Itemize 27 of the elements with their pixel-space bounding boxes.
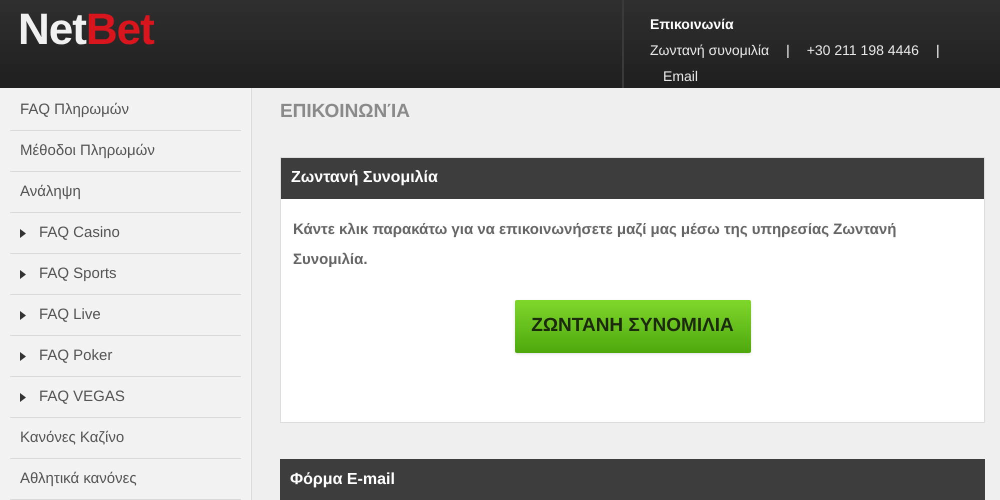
contact-link[interactable]: +30 211 198 4446 — [806, 40, 919, 61]
caret-icon — [20, 228, 26, 238]
sidebar-item[interactable]: Ανάληψη — [10, 172, 241, 213]
caret-icon — [20, 352, 26, 360]
sidebar-item[interactable]: Μέθοδοι Πληρωμών — [10, 131, 241, 172]
card-title: Φόρμα E-mail — [280, 458, 985, 500]
page-title: ΕΠΙΚΟΙΝΩΝΊΑ — [280, 100, 411, 124]
contact-title: Επικοινωνία — [650, 15, 735, 34]
sidebar-item[interactable]: FAQ Πληρωμών — [10, 90, 241, 131]
live-chat-button[interactable]: ΖΩΝΤΑΝΗ ΣΥΝΟΜΙΛΙΑ — [514, 300, 750, 352]
caret-icon — [20, 310, 26, 320]
separator: | — [786, 41, 790, 60]
sidebar-item[interactable]: FAQ Sports — [10, 254, 241, 295]
logo[interactable]: NetBet — [18, 5, 154, 54]
contact-link[interactable]: Ζωντανή συνομιλία — [650, 40, 770, 61]
sidebar-item[interactable]: FAQ Casino — [10, 213, 241, 254]
sidebar-item[interactable]: Κανόνες Καζίνο — [10, 418, 241, 459]
sidebar-item[interactable]: FAQ VEGAS — [10, 377, 241, 418]
separator: | — [936, 41, 940, 60]
caret-icon — [20, 392, 26, 402]
card-text: Κάντε κλικ παρακάτω για να επικοινωνήσετε μαζί μας μέσω της υπηρεσίας Ζωντανή Συνομιλία. — [292, 220, 898, 270]
caret-icon — [20, 270, 26, 278]
sidebar-item[interactable]: FAQ Live — [10, 295, 241, 336]
contact-link[interactable]: Email — [663, 66, 698, 87]
sidebar-item[interactable]: FAQ Poker — [10, 336, 241, 377]
card-title: Ζωντανή Συνομιλία — [281, 158, 984, 198]
sidebar-item[interactable]: Αθλητικά κανόνες — [10, 459, 241, 500]
